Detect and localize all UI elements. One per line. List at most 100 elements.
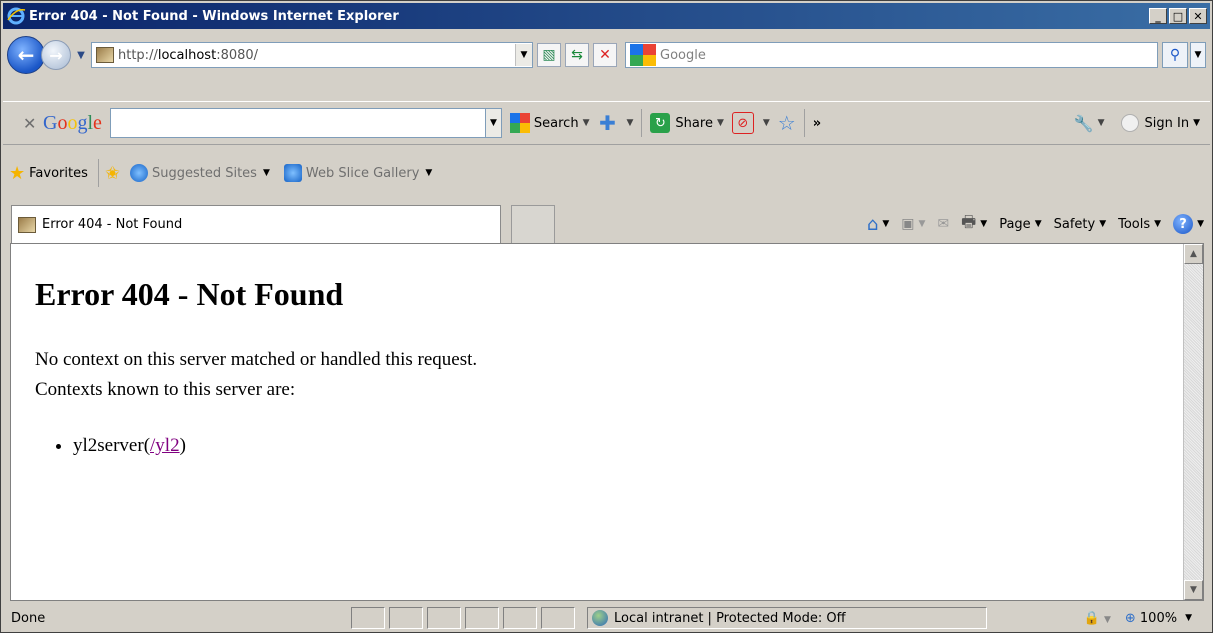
favorites-button[interactable]: ★ Favorites: [9, 163, 88, 184]
page-heading: Error 404 - Not Found: [35, 276, 344, 312]
web-slice-gallery-button[interactable]: Web Slice Gallery ▼: [283, 164, 432, 182]
favorites-separator: [97, 159, 99, 187]
google-toolbar: ✕ Google ▼ Search ▼ ✚ ▼ ↻ Share ▼ ⊘ ▼ ☆ » …: [3, 101, 1210, 145]
refresh-button[interactable]: ⇆: [565, 43, 589, 67]
recent-pages-dropdown[interactable]: ▼: [75, 50, 87, 61]
google-icon: [509, 113, 530, 133]
feeds-button[interactable]: ▣ ▼: [901, 216, 925, 232]
globe-icon: [592, 610, 608, 626]
search-options-dropdown[interactable]: ▼: [1190, 42, 1206, 68]
print-button[interactable]: 🖶 ▼: [961, 211, 987, 238]
suggested-sites-label: Suggested Sites: [151, 165, 257, 181]
settings-button[interactable]: 🔧 ▼: [1074, 114, 1105, 133]
scroll-down-arrow[interactable]: ▼: [1184, 580, 1203, 600]
stop-button[interactable]: ✕: [593, 43, 617, 67]
share-button[interactable]: ↻ Share ▼: [650, 113, 724, 133]
stop-icon: ✕: [599, 47, 611, 63]
address-bar[interactable]: http://localhost:8080/ ▼: [91, 42, 533, 68]
page-content-area[interactable]: Error 404 - Not Found No context on this…: [10, 243, 1204, 601]
home-icon: ⌂: [866, 213, 879, 235]
status-cell: [389, 607, 423, 629]
google-search-input[interactable]: [109, 108, 486, 138]
security-zone[interactable]: Local intranet | Protected Mode: Off: [587, 607, 987, 629]
toolbar-separator: [803, 109, 805, 137]
share-label: Share: [675, 115, 713, 131]
share-icon: ↻: [650, 113, 671, 133]
popup-blocker-button[interactable]: ⊘ ▼: [731, 112, 770, 134]
search-box[interactable]: Google: [625, 42, 1158, 68]
address-dropdown-button[interactable]: ▼: [515, 44, 532, 66]
page-icon: [18, 216, 36, 233]
lock-icon: 🔒: [1083, 610, 1100, 626]
tab-title: Error 404 - Not Found: [42, 217, 183, 232]
help-icon: ?: [1173, 214, 1194, 234]
compatibility-icon: ▧: [542, 47, 556, 63]
sign-in-button[interactable]: Sign In: [1145, 116, 1190, 131]
list-item: yl2server(/yl2): [73, 435, 477, 457]
google-logo: Google: [43, 111, 102, 134]
add-button[interactable]: ✚ ▼: [598, 111, 633, 135]
refresh-icon: ⇆: [571, 47, 583, 63]
home-button[interactable]: ⌂ ▼: [867, 214, 889, 235]
ie-icon: [283, 164, 302, 182]
tools-menu[interactable]: Tools ▼: [1118, 217, 1161, 232]
suggested-sites-button[interactable]: Suggested Sites ▼: [129, 164, 270, 182]
print-icon: 🖶: [961, 211, 977, 231]
help-button[interactable]: ? ▼: [1173, 214, 1204, 234]
bookmark-star-icon: ☆: [777, 111, 796, 135]
search-label: Search: [533, 115, 579, 131]
back-button[interactable]: ←: [7, 36, 45, 74]
search-button[interactable]: ⚲: [1162, 42, 1188, 68]
google-search-button[interactable]: Search ▼: [509, 113, 590, 133]
context-link[interactable]: /yl2: [150, 435, 180, 456]
maximize-button[interactable]: □: [1169, 8, 1187, 24]
forward-button[interactable]: →: [41, 40, 71, 70]
tab-error-404[interactable]: Error 404 - Not Found: [11, 205, 501, 243]
toolbar-separator: [641, 109, 643, 137]
bookmark-button[interactable]: ☆: [778, 111, 796, 135]
add-to-favorites-bar-button[interactable]: ✬: [105, 163, 124, 184]
protected-mode-button[interactable]: 🔒 ▼: [1084, 611, 1111, 626]
wrench-icon: 🔧: [1073, 113, 1094, 133]
mail-icon: ✉: [937, 216, 950, 232]
window-title: Error 404 - Not Found - Windows Internet…: [29, 8, 399, 24]
error-page: Error 404 - Not Found No context on this…: [35, 244, 477, 457]
status-bar: Done Local intranet | Protected Mode: Of…: [3, 604, 1210, 632]
zoom-dropdown[interactable]: ▼: [1185, 613, 1192, 623]
zoom-icon: ⊕: [1124, 610, 1136, 626]
more-button[interactable]: »: [813, 116, 821, 131]
google-icon: [630, 44, 656, 66]
close-toolbar-icon[interactable]: ✕: [23, 114, 39, 133]
page-menu[interactable]: Page ▼: [999, 217, 1041, 232]
status-text: Done: [11, 610, 46, 626]
read-mail-button[interactable]: ✉: [937, 216, 949, 232]
vertical-scrollbar[interactable]: ▲ ▼: [1183, 244, 1203, 600]
minimize-button[interactable]: _: [1149, 8, 1167, 24]
new-tab-button[interactable]: [511, 205, 555, 243]
zoom-level: 100%: [1139, 610, 1178, 626]
page-menu-label: Page: [999, 216, 1031, 232]
google-search-dropdown[interactable]: ▼: [485, 108, 502, 138]
favorites-star-icon: ★: [9, 162, 26, 184]
page-icon: [96, 47, 114, 63]
scroll-up-arrow[interactable]: ▲: [1184, 244, 1203, 264]
forward-icon: →: [49, 45, 63, 65]
url-text[interactable]: http://localhost:8080/: [118, 48, 515, 63]
close-button[interactable]: ✕: [1189, 8, 1207, 24]
address-row: ← → ▼ http://localhost:8080/ ▼ ▧ ⇆ ✕ Goo…: [7, 36, 1206, 74]
search-icon: ⚲: [1169, 47, 1181, 63]
title-bar[interactable]: Error 404 - Not Found - Windows Internet…: [3, 3, 1210, 29]
back-icon: ←: [17, 43, 35, 67]
ie-icon: [129, 164, 148, 182]
sign-in-icon: [1120, 114, 1139, 132]
status-cell: [465, 607, 499, 629]
safety-menu[interactable]: Safety ▼: [1054, 217, 1107, 232]
zoom-button[interactable]: ⊕ 100%: [1125, 611, 1177, 626]
compatibility-view-button[interactable]: ▧: [537, 43, 561, 67]
search-placeholder: Google: [660, 47, 706, 63]
context-list: yl2server(/yl2): [35, 435, 477, 457]
status-cell: [351, 607, 385, 629]
tools-menu-label: Tools: [1118, 216, 1151, 232]
error-message: No context on this server matched or han…: [35, 349, 478, 400]
browser-window: Error 404 - Not Found - Windows Internet…: [0, 0, 1213, 633]
